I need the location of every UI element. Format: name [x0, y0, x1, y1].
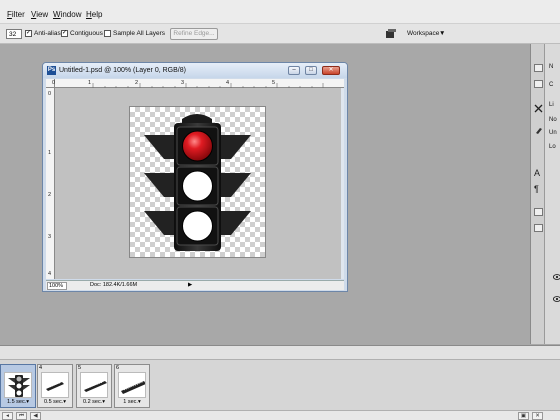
- first-frame-button[interactable]: ⏮: [16, 412, 27, 420]
- animation-frame[interactable]: 4 0.5 sec.▾: [37, 364, 73, 408]
- color-tab[interactable]: [534, 80, 543, 88]
- dock-label-n: N: [549, 64, 554, 70]
- document-title-bar[interactable]: Ps Untitled-1.psd @ 100% (Layer 0, RGB/8…: [43, 63, 347, 78]
- animation-frame[interactable]: 6 1 sec.▾: [114, 364, 150, 408]
- animation-panel: 1.5 sec.▾ 4 0.5 sec.▾ 5 0.2 sec.▾ 6 1 se…: [0, 345, 560, 420]
- brush-icon[interactable]: [534, 126, 543, 135]
- document-window: Ps Untitled-1.psd @ 100% (Layer 0, RGB/8…: [42, 62, 348, 292]
- frame-delay[interactable]: 1.5 sec.▾: [1, 399, 35, 405]
- frame-delay[interactable]: 0.5 sec.▾: [38, 399, 72, 405]
- ruler-label: 0: [48, 91, 52, 97]
- dock-label-un: Un: [549, 130, 557, 136]
- navigator-tab[interactable]: [534, 64, 543, 72]
- paragraph-icon[interactable]: ¶: [534, 184, 543, 194]
- red-lamp: [182, 130, 213, 162]
- bottom-lamp: [182, 210, 213, 242]
- refine-edge-button[interactable]: Refine Edge...: [170, 28, 218, 40]
- status-menu-arrow[interactable]: ▶: [188, 282, 192, 288]
- frame-number: 5: [78, 365, 82, 371]
- dock-label-lo: Lo: [549, 144, 556, 150]
- traffic-light-image[interactable]: [129, 106, 266, 258]
- frame-thumbnail: [4, 372, 32, 398]
- right-dock: N C Li No Un Lo A ¶: [530, 44, 560, 344]
- loop-options-button[interactable]: ◂: [2, 412, 13, 420]
- dock-label-no: No: [549, 117, 557, 123]
- eye-icon[interactable]: [552, 296, 560, 302]
- maximize-button[interactable]: □: [305, 66, 317, 75]
- dock-label-c: C: [549, 82, 554, 88]
- workspace-icon[interactable]: [385, 28, 397, 39]
- ruler-label: 3: [48, 234, 52, 240]
- menu-help[interactable]: Help: [86, 10, 102, 19]
- vertical-scrollbar[interactable]: [341, 88, 344, 279]
- ruler-label: 2: [48, 192, 52, 198]
- frame-thumbnail: [118, 372, 146, 398]
- frame-thumbnail: [80, 372, 108, 398]
- animation-frame[interactable]: 1.5 sec.▾: [0, 364, 36, 408]
- contiguous-checkbox[interactable]: ✓: [61, 30, 68, 37]
- contiguous-label: Contiguous: [70, 30, 103, 37]
- vertical-ruler[interactable]: 0 1 2 3 4: [46, 88, 55, 279]
- tools-icon[interactable]: [534, 104, 543, 113]
- animation-controls: ◂ ⏮ ◀ ▣ ✕: [0, 410, 560, 420]
- dock-collapse-strip[interactable]: [531, 44, 545, 344]
- panel-icon-2[interactable]: [534, 224, 543, 232]
- options-bar: 32 ✓ Anti-alias ✓ Contiguous Sample All …: [0, 24, 560, 44]
- frame-number: 4: [39, 365, 43, 371]
- zoom-field[interactable]: 100%: [47, 282, 67, 290]
- animation-panel-header: [0, 346, 560, 360]
- photoshop-icon: Ps: [47, 66, 56, 75]
- menu-bar: Filter View Window Help: [0, 0, 560, 24]
- anti-alias-checkbox[interactable]: ✓: [25, 30, 32, 37]
- close-button[interactable]: ✕: [322, 66, 340, 75]
- dock-label-li: Li: [549, 102, 554, 108]
- menu-filter[interactable]: Filter: [7, 10, 25, 19]
- frame-thumbnail: [41, 372, 69, 398]
- horizontal-ruler[interactable]: 0 1 2 3 4 5: [52, 79, 344, 88]
- ruler-label: 1: [48, 150, 52, 156]
- panel-icon[interactable]: [534, 208, 543, 216]
- animation-frame[interactable]: 5 0.2 sec.▾: [76, 364, 112, 408]
- document-info: Doc: 182.4K/1.66M: [90, 282, 138, 288]
- frame-delay[interactable]: 1 sec.▾: [115, 399, 149, 405]
- canvas-area[interactable]: 0 1 2 3 4 5 0 1 2 3 4: [46, 79, 344, 279]
- workspace-dropdown-arrow[interactable]: ▼: [439, 30, 445, 37]
- frame-number: 6: [116, 365, 120, 371]
- menu-window[interactable]: Window: [53, 10, 81, 19]
- anti-alias-label: Anti-alias: [34, 30, 61, 37]
- menu-view[interactable]: View: [31, 10, 48, 19]
- workspace-menu[interactable]: Workspace: [407, 30, 439, 37]
- text-icon[interactable]: A: [534, 168, 543, 178]
- sample-all-layers-checkbox[interactable]: [104, 30, 111, 37]
- previous-frame-button[interactable]: ◀: [30, 412, 41, 420]
- delete-frame-button[interactable]: ✕: [532, 412, 543, 420]
- duplicate-frame-button[interactable]: ▣: [518, 412, 529, 420]
- middle-lamp: [182, 170, 213, 202]
- status-bar: 100% Doc: 182.4K/1.66M ▶: [46, 280, 344, 290]
- tolerance-field[interactable]: 32: [6, 29, 22, 39]
- traffic-light-graphic: [144, 114, 251, 251]
- sample-all-layers-label: Sample All Layers: [113, 30, 166, 37]
- eye-icon[interactable]: [552, 274, 560, 280]
- ruler-label: 4: [48, 271, 52, 277]
- minimize-button[interactable]: –: [288, 66, 300, 75]
- frame-delay[interactable]: 0.2 sec.▾: [77, 399, 111, 405]
- document-title: Untitled-1.psd @ 100% (Layer 0, RGB/8): [59, 67, 186, 74]
